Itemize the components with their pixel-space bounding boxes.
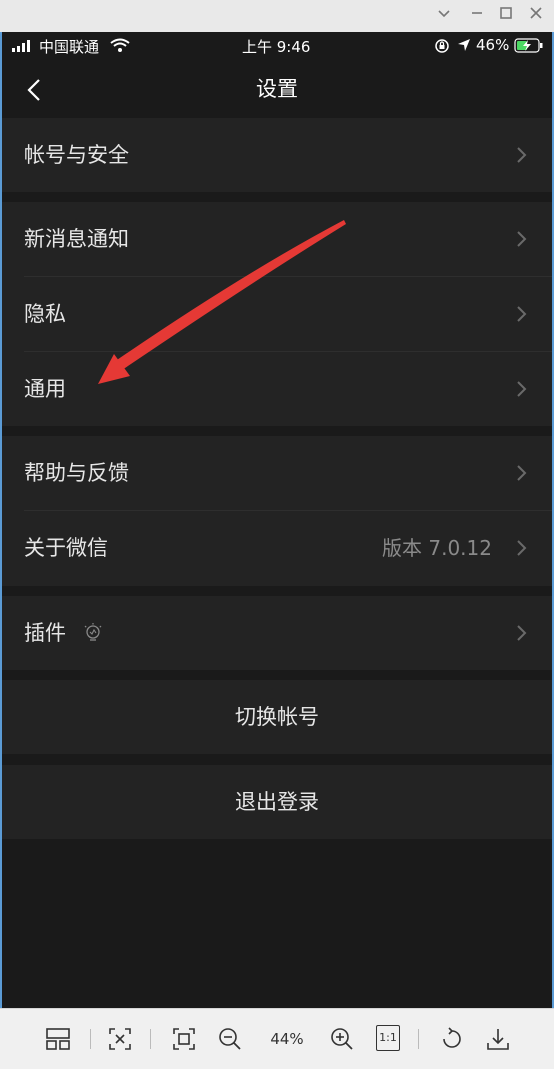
layout-icon[interactable] bbox=[44, 1025, 72, 1053]
close-icon[interactable] bbox=[526, 6, 546, 26]
rotate-icon[interactable] bbox=[438, 1025, 466, 1053]
fit-close-icon[interactable] bbox=[106, 1025, 134, 1053]
download-icon[interactable] bbox=[484, 1025, 512, 1053]
fullscreen-icon[interactable] bbox=[170, 1025, 198, 1053]
chevron-down-icon[interactable] bbox=[434, 6, 454, 26]
logout-button[interactable]: 退出登录 bbox=[2, 765, 552, 839]
toolbar-divider bbox=[418, 1029, 419, 1049]
viewer-toolbar: 44% 1:1 bbox=[0, 1008, 554, 1069]
maximize-icon[interactable] bbox=[496, 6, 516, 26]
zoom-in-icon[interactable] bbox=[328, 1025, 356, 1053]
zoom-out-icon[interactable] bbox=[216, 1025, 244, 1053]
toolbar-divider bbox=[150, 1029, 151, 1049]
window-titlebar bbox=[0, 0, 554, 32]
viewer-window: 中国联通 上午 9:46 46% 设置 帐号与安全 新消息通知 隐私 通用 帮助… bbox=[0, 0, 554, 1069]
minimize-icon[interactable] bbox=[467, 6, 487, 26]
toolbar-divider bbox=[90, 1029, 91, 1049]
annotation-arrow bbox=[98, 220, 346, 384]
actual-size-button[interactable]: 1:1 bbox=[376, 1025, 400, 1051]
phone-screen: 中国联通 上午 9:46 46% 设置 帐号与安全 新消息通知 隐私 通用 帮助… bbox=[2, 32, 552, 1008]
zoom-level: 44% bbox=[270, 1030, 304, 1048]
